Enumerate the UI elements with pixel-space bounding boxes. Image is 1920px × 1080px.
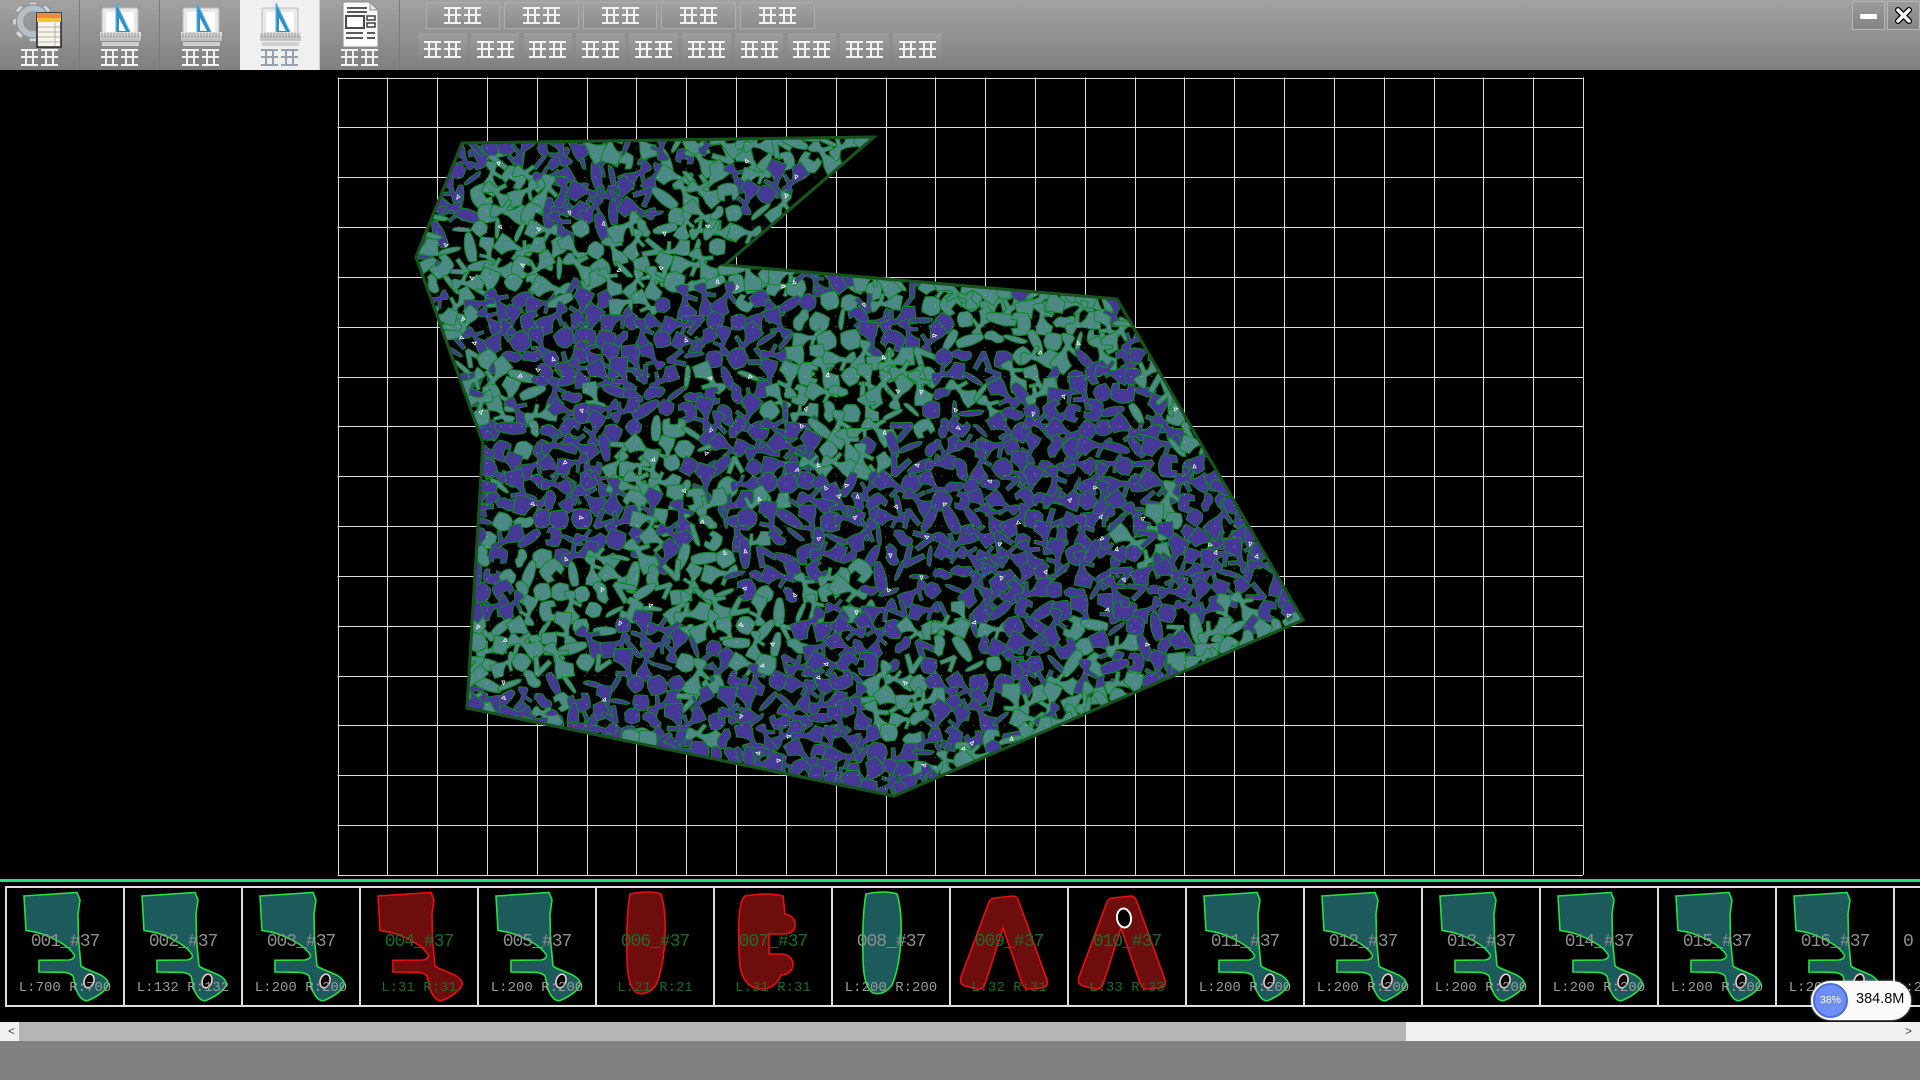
svg-text:0: 0	[1903, 932, 1913, 952]
svg-text:014_#37: 014_#37	[1564, 932, 1633, 952]
svg-text:001_#37: 001_#37	[30, 932, 99, 952]
svg-text:016_#37: 016_#37	[1800, 932, 1869, 952]
svg-text:006_#37: 006_#37	[620, 932, 689, 952]
svg-text:L:700 R:700: L:700 R:700	[18, 980, 110, 996]
svg-text:013_#37: 013_#37	[1446, 932, 1515, 952]
svg-text:L:200 R:200: L:200 R:200	[1316, 980, 1408, 996]
svg-text:L:200 R:200: L:200 R:200	[844, 980, 936, 996]
svg-text:L:200 R:200: L:200 R:200	[254, 980, 346, 996]
svg-text:L:200 R:200: L:200 R:200	[490, 980, 582, 996]
svg-text:010_#37: 010_#37	[1092, 932, 1161, 952]
svg-text:L:200 R:200: L:200 R:200	[1552, 980, 1644, 996]
svg-text:L:200 R:200: L:200 R:200	[1670, 980, 1762, 996]
svg-text:L:132 R:132: L:132 R:132	[136, 980, 228, 996]
svg-text:L:200 R:200: L:200 R:200	[1198, 980, 1290, 996]
svg-text:008_#37: 008_#37	[856, 932, 925, 952]
svg-text:009_#37: 009_#37	[974, 932, 1043, 952]
svg-text:L:31 R:31: L:31 R:31	[381, 980, 457, 996]
svg-text:004_#37: 004_#37	[384, 932, 453, 952]
svg-text:L:200 R:200: L:200 R:200	[1434, 980, 1526, 996]
svg-text:012_#37: 012_#37	[1328, 932, 1397, 952]
svg-text:011_#37: 011_#37	[1210, 932, 1279, 952]
svg-text:015_#37: 015_#37	[1682, 932, 1751, 952]
svg-text:L:33 R:33: L:33 R:33	[1089, 980, 1165, 996]
svg-text:L:21 R:21: L:21 R:21	[617, 980, 693, 996]
svg-text:L:32 R:31: L:32 R:31	[971, 980, 1047, 996]
svg-text:003_#37: 003_#37	[266, 932, 335, 952]
svg-text:005_#37: 005_#37	[502, 932, 571, 952]
svg-text:002_#37: 002_#37	[148, 932, 217, 952]
svg-text:007_#37: 007_#37	[738, 932, 807, 952]
svg-text:L:31 R:31: L:31 R:31	[735, 980, 811, 996]
